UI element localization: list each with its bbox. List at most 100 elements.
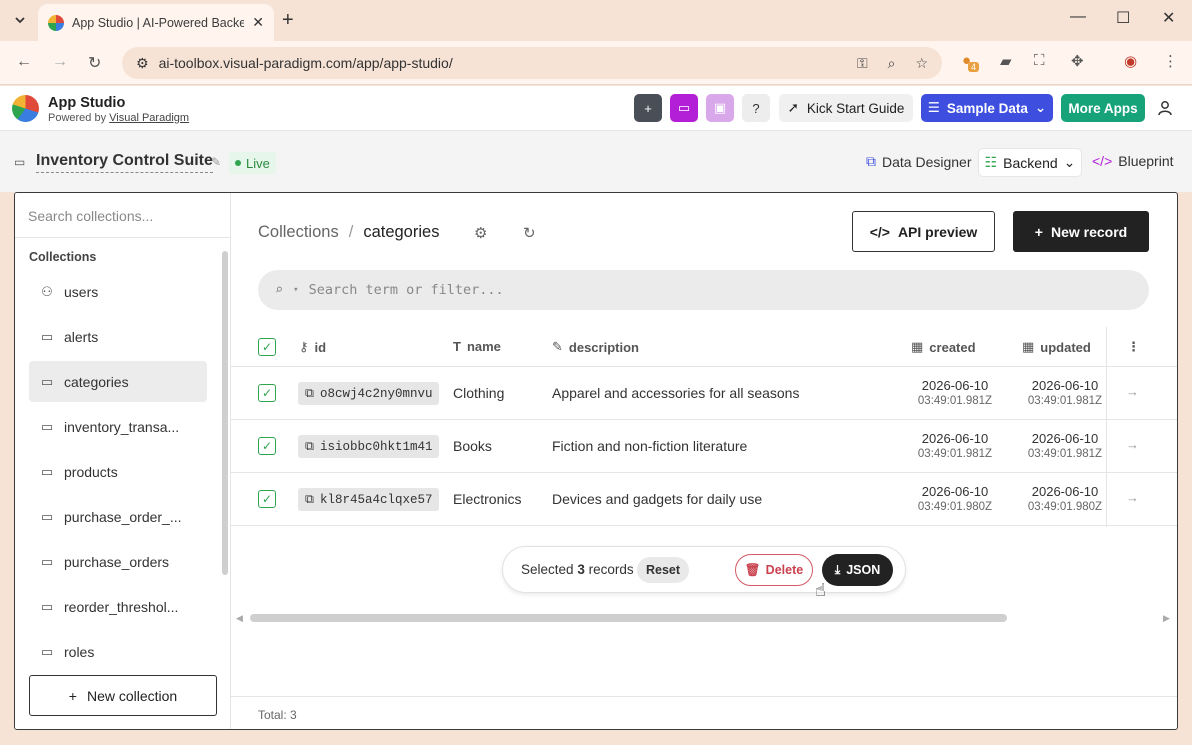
new-collection-button[interactable]: + New collection	[29, 675, 217, 716]
open-folder-icon[interactable]: ▭	[670, 94, 698, 122]
sidebar-item-label: categories	[64, 373, 129, 390]
api-preview-label: API preview	[897, 223, 978, 240]
updated-date: 2026-06-10	[1031, 378, 1099, 393]
tab-search-chevron-icon[interactable]	[8, 8, 32, 32]
sidebar-item-purchase-orders[interactable]: ▭ purchase_orders	[29, 541, 207, 582]
column-header-created[interactable]: ▦ created	[911, 339, 976, 355]
settings-gear-icon[interactable]: ⚙	[474, 224, 487, 242]
select-all-checkbox[interactable]: ✓	[258, 338, 276, 356]
password-key-icon[interactable]: ⚿	[857, 55, 868, 72]
sidebar-item-users[interactable]: ⚇ users	[29, 271, 207, 312]
sidebar-item-purchase-order-items[interactable]: ▭ purchase_order_...	[29, 496, 207, 537]
forward-icon[interactable]: →	[52, 53, 68, 71]
table-row[interactable]: ✓ ⧉ isiobbc0hkt1m41 Books Fiction and non…	[231, 420, 1177, 473]
refresh-icon[interactable]: ↻	[523, 224, 536, 242]
created-time: 03:49:01.980Z	[917, 501, 993, 513]
record-id-pill[interactable]: ⧉ isiobbc0hkt1m41	[298, 435, 440, 458]
collections-sidebar: Search collections... Collections ⚇ user…	[15, 193, 231, 729]
bookmark-star-icon[interactable]: ☆	[915, 55, 928, 72]
sidebar-item-label: reorder_threshol...	[64, 598, 179, 615]
breadcrumb: Collections / categories	[258, 223, 439, 242]
zoom-icon[interactable]: ⌕	[888, 55, 896, 72]
plus-icon: +	[68, 687, 77, 704]
sidebar-item-reorder-thresholds[interactable]: ▭ reorder_threshol...	[29, 586, 207, 627]
row-checkbox[interactable]: ✓	[258, 490, 276, 508]
blueprint-link[interactable]: </> Blueprint	[1092, 153, 1174, 169]
row-checkbox[interactable]: ✓	[258, 437, 276, 455]
filter-chevron-icon[interactable]: ▾	[293, 285, 298, 295]
new-tab-icon[interactable]: +	[282, 9, 294, 32]
delete-button[interactable]: 🗑 Delete	[735, 554, 813, 586]
trash-icon: 🗑	[744, 562, 761, 577]
folder-icon: ▭	[40, 328, 54, 344]
hand-cursor-icon: ☝	[815, 580, 826, 600]
minimize-icon[interactable]: —	[1070, 8, 1086, 26]
scroll-right-icon[interactable]: ▶	[1163, 613, 1170, 624]
site-info-icon[interactable]: ⚙	[136, 55, 149, 72]
folder-icon: ▭	[40, 553, 54, 569]
users-icon: ⚇	[41, 283, 53, 299]
powered-link[interactable]: Visual Paradigm	[109, 112, 189, 124]
table-row[interactable]: ✓ ⧉ o8cwj4c2ny0mnvu Clothing Apparel and …	[231, 367, 1177, 420]
row-checkbox[interactable]: ✓	[258, 384, 276, 402]
sample-data-button[interactable]: ☰ Sample Data ⌄	[921, 94, 1053, 122]
puzzle-extensions-icon[interactable]: ✥	[1071, 52, 1084, 70]
kick-start-guide-button[interactable]: ➚ Kick Start Guide	[779, 94, 913, 122]
record-id-pill[interactable]: ⧉ kl8r45a4clqxe57	[298, 488, 440, 511]
column-label: created	[929, 339, 976, 355]
new-record-label: New record	[1050, 223, 1128, 240]
backend-dropdown[interactable]: ☷ Backend ⌄	[978, 148, 1082, 177]
filter-search-input[interactable]: ⌕ ▾ Search term or filter...	[258, 270, 1149, 310]
record-created: 2026-06-10 03:49:01.981Z	[910, 431, 1000, 460]
column-header-description[interactable]: ✎ description	[552, 339, 639, 355]
filter-placeholder: Search term or filter...	[308, 282, 504, 298]
more-apps-button[interactable]: More Apps	[1061, 94, 1145, 122]
help-icon[interactable]: ?	[742, 94, 770, 122]
sidebar-scrollbar[interactable]	[222, 251, 228, 575]
sidebar-item-categories[interactable]: ▭ categories	[29, 361, 207, 402]
sidebar-item-inventory-transactions[interactable]: ▭ inventory_transa...	[29, 406, 207, 447]
created-date: 2026-06-10	[921, 484, 989, 499]
profile-icon[interactable]: ◉	[1124, 52, 1137, 70]
add-icon[interactable]: +	[634, 94, 662, 122]
table-row[interactable]: ✓ ⧉ kl8r45a4clqxe57 Electronics Devices a…	[231, 473, 1177, 526]
horizontal-scrollbar[interactable]	[250, 614, 1007, 622]
edit-pencil-icon[interactable]: ✎	[211, 155, 221, 169]
back-icon[interactable]: ←	[16, 53, 32, 71]
record-id-pill[interactable]: ⧉ o8cwj4c2ny0mnvu	[298, 382, 440, 405]
browser-menu-icon[interactable]: ⋮	[1163, 52, 1178, 70]
breadcrumb-root[interactable]: Collections	[258, 223, 339, 241]
kick-start-label: Kick Start Guide	[806, 100, 905, 116]
reload-icon[interactable]: ↻	[88, 53, 101, 73]
chat-extension-icon[interactable]: ▰	[1000, 52, 1012, 70]
maximize-icon[interactable]: ☐	[1116, 8, 1130, 28]
export-json-button[interactable]: ⤓ JSON	[822, 554, 893, 586]
folder-icon: ▭	[40, 508, 54, 524]
collection-search-input[interactable]: Search collections...	[15, 193, 231, 238]
user-account-icon[interactable]	[1157, 100, 1173, 121]
column-header-name[interactable]: Tname	[453, 339, 501, 354]
sidebar-item-roles[interactable]: ▭ roles	[29, 631, 207, 672]
save-icon[interactable]: ▣	[706, 94, 734, 122]
screenshot-icon[interactable]: ⛶	[1034, 52, 1045, 69]
column-header-id[interactable]: ⚷ id	[299, 339, 326, 355]
address-bar[interactable]: ⚙ ai-toolbox.visual-paradigm.com/app/app…	[122, 47, 942, 79]
record-description: Devices and gadgets for daily use	[552, 491, 763, 507]
sidebar-item-products[interactable]: ▭ products	[29, 451, 207, 492]
table-footer: Total: 3	[231, 696, 1177, 729]
copy-icon: ⧉	[305, 439, 314, 454]
window-close-icon[interactable]: ✕	[1162, 8, 1175, 28]
browser-tab[interactable]: App Studio | AI-Powered Backe ✕	[38, 4, 274, 41]
text-type-icon: T	[453, 339, 461, 354]
sidebar-item-alerts[interactable]: ▭ alerts	[29, 316, 207, 357]
column-header-updated[interactable]: ▦ updated	[1022, 339, 1091, 355]
scroll-left-icon[interactable]: ◀	[236, 613, 243, 624]
record-id: o8cwj4c2ny0mnvu	[319, 386, 433, 401]
tab-close-icon[interactable]: ✕	[252, 14, 264, 31]
reset-button[interactable]: Reset	[637, 557, 689, 583]
new-record-button[interactable]: + New record	[1013, 211, 1149, 252]
project-name[interactable]: Inventory Control Suite	[36, 152, 213, 173]
calendar-icon: ▦	[1022, 339, 1035, 354]
api-preview-button[interactable]: </> API preview	[852, 211, 995, 252]
data-designer-link[interactable]: ⧉ Data Designer	[866, 153, 972, 170]
